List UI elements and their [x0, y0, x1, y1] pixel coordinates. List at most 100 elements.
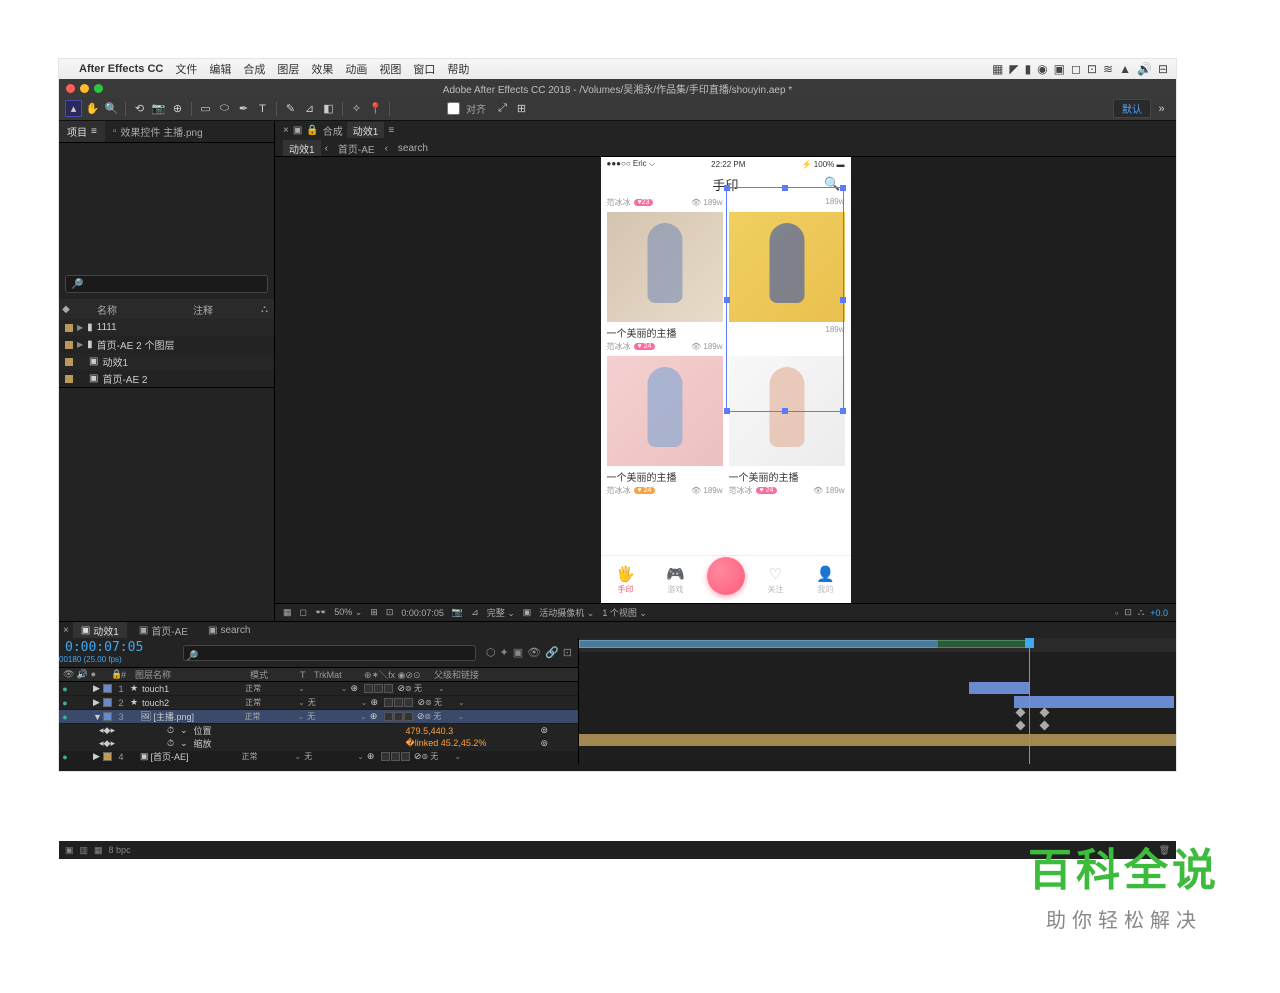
tl-icon[interactable]: 🔗	[545, 646, 559, 659]
effect-controls-tab[interactable]: ▫ 效果控件 主播.png	[105, 121, 211, 142]
snap-opt-icon[interactable]: ⤢	[494, 100, 511, 117]
resolution-menu[interactable]: 完整 ⌄	[487, 606, 515, 619]
layer-row[interactable]: ●▶1★touch1正常⌄⌄⊕⊘⊚ 无⌄	[59, 682, 578, 696]
alpha-icon[interactable]: ▦	[283, 607, 292, 618]
snap-opt-icon[interactable]: ⊞	[513, 100, 530, 117]
res-icon[interactable]: ◻	[300, 607, 307, 618]
views-menu[interactable]: 1 个视图 ⌄	[602, 606, 647, 619]
stopwatch-icon[interactable]: ⏱	[167, 725, 174, 736]
project-tab[interactable]: 项目 ≡	[59, 121, 105, 142]
brush-tool[interactable]: ✎	[282, 100, 299, 117]
layer-row[interactable]: ●▶4▣[首页-AE]正常⌄无⌄⊕⊘⊚ 无⌄	[59, 750, 578, 764]
bpc-toggle[interactable]: 8 bpc	[109, 845, 131, 855]
tl-icon[interactable]: ▣	[513, 646, 523, 659]
timecode-display[interactable]: 0:00:07:05	[401, 608, 444, 618]
menu-layer[interactable]: 图层	[277, 61, 299, 77]
project-item[interactable]: ▶▮首页-AE 2 个图层	[59, 336, 274, 353]
project-search[interactable]: 🔎	[65, 275, 268, 293]
status-icon[interactable]: ▣	[1054, 62, 1065, 76]
stopwatch-icon[interactable]: ⏱	[167, 738, 174, 749]
timeline-graph[interactable]: 07s08s07s	[579, 638, 1176, 764]
exposure[interactable]: +0.0	[1150, 608, 1168, 618]
new-folder-icon[interactable]: ▥	[80, 845, 89, 856]
volume-icon[interactable]: 🔊	[1137, 62, 1152, 76]
crumb[interactable]: 首页-AE	[332, 140, 381, 156]
property-row[interactable]: ◂◆▸⏱ ⌄ 位置479.5,440.3⊚	[59, 724, 578, 737]
layer-row[interactable]: ●▼3🖼[主播.png]正常⌄无⌄⊕⊘⊚ 无⌄	[59, 710, 578, 724]
tl-icon[interactable]: ⊡	[563, 646, 572, 659]
new-comp-icon[interactable]: ▦	[94, 845, 103, 856]
menu-file[interactable]: 文件	[175, 61, 197, 77]
status-icon[interactable]: ◻	[1071, 62, 1081, 76]
interpret-icon[interactable]: ▣	[65, 845, 74, 856]
text-tool[interactable]: T	[254, 100, 271, 117]
selection-tool[interactable]: ▴	[65, 100, 82, 117]
guide-icon[interactable]: ⊡	[386, 607, 394, 618]
phone-tabbar: 🖐手印 🎮游戏 ♡关注 👤我的	[601, 555, 851, 603]
comp-tab-active[interactable]: 动效1	[347, 122, 385, 138]
tl-icon[interactable]: 👁	[527, 646, 541, 659]
menu-window[interactable]: 窗口	[413, 61, 435, 77]
crumb[interactable]: 动效1	[283, 140, 321, 156]
eraser-tool[interactable]: ◧	[320, 100, 337, 117]
status-icon[interactable]: ≋	[1103, 62, 1113, 76]
search-help-icon[interactable]: »	[1153, 100, 1170, 117]
current-time-indicator[interactable]	[1029, 638, 1030, 764]
workspace-menu[interactable]: 默认	[1113, 99, 1151, 118]
status-icon[interactable]: ⊡	[1087, 62, 1097, 76]
col-name[interactable]: 名称	[73, 302, 193, 317]
menu-animation[interactable]: 动画	[345, 61, 367, 77]
layer-row[interactable]: ●▶2★touch2正常⌄无⌄⊕⊘⊚ 无⌄	[59, 696, 578, 710]
status-icon[interactable]: ◤	[1009, 62, 1018, 76]
menu-effect[interactable]: 效果	[311, 61, 333, 77]
status-icon[interactable]: ▦	[992, 62, 1003, 76]
project-item[interactable]: ▣动效1	[59, 353, 274, 370]
status-icon[interactable]: ◉	[1037, 62, 1047, 76]
pen-tool[interactable]: ✒	[235, 100, 252, 117]
menu-view[interactable]: 视图	[379, 61, 401, 77]
ellipse-tool[interactable]: ⬭	[216, 100, 233, 117]
close-button[interactable]	[66, 84, 75, 93]
property-row[interactable]: ◂◆▸⏱ ⌄ 缩放�linked 45.2,45.2%⊚	[59, 737, 578, 750]
snapshot-icon[interactable]: 📷	[452, 607, 463, 618]
menu-edit[interactable]: 编辑	[209, 61, 231, 77]
roi-icon[interactable]: ▣	[523, 607, 532, 618]
grid-icon[interactable]: ⊞	[370, 607, 378, 618]
zoom-tool[interactable]: 🔍	[103, 100, 120, 117]
zoom-menu[interactable]: 50% ⌄	[334, 607, 362, 618]
app-name[interactable]: After Effects CC	[79, 63, 163, 75]
camera-tool[interactable]: 📷	[150, 100, 167, 117]
puppet-tool[interactable]: 📍	[367, 100, 384, 117]
project-item[interactable]: ▶▮1111	[59, 319, 274, 336]
snap-checkbox[interactable]	[447, 102, 460, 115]
timeline-tab[interactable]: ▣ 动效1	[73, 622, 127, 638]
timeline-tab[interactable]: ▣ search	[200, 622, 258, 638]
comp-icon: ▣	[293, 125, 302, 136]
tl-icon[interactable]: ✦	[499, 646, 508, 659]
maximize-button[interactable]	[94, 84, 103, 93]
window-titlebar: Adobe After Effects CC 2018 - /Volumes/吴…	[59, 79, 1176, 97]
status-icon[interactable]: ⊟	[1158, 62, 1168, 76]
status-icon[interactable]: ▲	[1119, 62, 1131, 76]
timeline-search[interactable]: 🔎	[183, 645, 476, 661]
rotation-tool[interactable]: ⟲	[131, 100, 148, 117]
minimize-button[interactable]	[80, 84, 89, 93]
crumb[interactable]: search	[392, 140, 434, 156]
status-icon[interactable]: ▮	[1025, 62, 1032, 76]
composition-viewer[interactable]: ●●●○○ Eric ⌵22:22 PM⚡ 100% ▬ 手印🔍 范冰冰♥23👁…	[275, 157, 1176, 603]
menu-help[interactable]: 帮助	[447, 61, 469, 77]
col-comment[interactable]: 注释	[193, 302, 213, 317]
roto-tool[interactable]: ✧	[348, 100, 365, 117]
timeline-tab[interactable]: ▣ 首页-AE	[131, 622, 196, 638]
current-time[interactable]: 0:00:07:05	[59, 638, 179, 655]
tl-icon[interactable]: ⬡	[486, 646, 496, 659]
menu-composition[interactable]: 合成	[243, 61, 265, 77]
camera-menu[interactable]: 活动摄像机 ⌄	[539, 606, 594, 619]
pan-behind-tool[interactable]: ⊕	[169, 100, 186, 117]
rect-tool[interactable]: ▭	[197, 100, 214, 117]
hand-tool[interactable]: ✋	[84, 100, 101, 117]
project-item[interactable]: ▣首页-AE 2	[59, 370, 274, 387]
folder-icon: ▮	[87, 339, 93, 350]
mask-icon[interactable]: 👓	[315, 607, 326, 618]
clone-tool[interactable]: ⊿	[301, 100, 318, 117]
